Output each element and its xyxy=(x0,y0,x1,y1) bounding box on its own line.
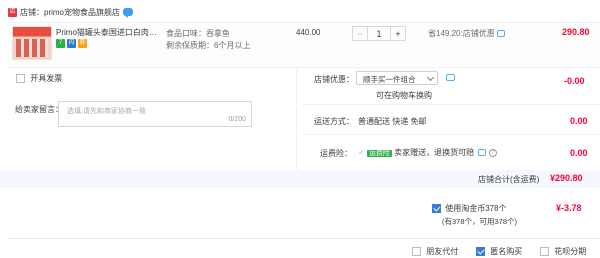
quantity-stepper: − 1 + xyxy=(352,26,406,41)
coins-option[interactable]: 使用淘金币378个 xyxy=(432,203,507,214)
shop-discount-value: -0.00 xyxy=(564,76,585,86)
insurance-label: 运费险： xyxy=(320,149,352,158)
shop-discount-chat-icon[interactable] xyxy=(446,74,455,81)
shop-discount-label: 店铺优惠： xyxy=(314,75,354,84)
shop-icon: 店 xyxy=(8,7,17,17)
shipping-value: 0.00 xyxy=(570,116,588,126)
huabei-label: 花呗分期 xyxy=(554,247,587,256)
chat-icon[interactable] xyxy=(123,8,134,18)
spec-flavor: 食品口味：吞拿鱼 xyxy=(166,29,230,38)
shop-discount-selected: 顺手买一件组合 xyxy=(363,75,416,84)
saving-text: 省149.20:店铺优惠 xyxy=(428,29,495,38)
coins-value: ¥-3.78 xyxy=(556,203,582,213)
coins-checkbox[interactable] xyxy=(432,204,441,214)
message-placeholder: 选填,请先和商家协商一致 xyxy=(67,108,146,115)
divider xyxy=(302,134,600,135)
help-icon[interactable]: ? xyxy=(488,148,497,157)
discount-note: 省149.20:店铺优惠 xyxy=(428,28,505,39)
product-image-detail xyxy=(16,39,48,57)
divider xyxy=(302,104,600,105)
insurance-tag: 运费险 xyxy=(366,150,392,157)
message-input[interactable]: 选填,请先和商家协商一致 0/200 xyxy=(58,101,252,127)
friend-pay-option[interactable]: 朋友代付 xyxy=(412,246,458,257)
insurance-text: 卖家赠送，退换货可赔 xyxy=(394,148,475,157)
shop-header: 店 店铺：primo宠物食品旗舰店 xyxy=(8,4,134,20)
shop-discount-select[interactable]: 顺手买一件组合 xyxy=(356,71,438,85)
message-label: 给卖家留言： xyxy=(15,105,63,114)
seven-day-return-icon: 7 xyxy=(56,39,65,48)
shop-discount-hint: 可在购物车换购 xyxy=(376,91,432,100)
coins-label: 使用淘金币378个 xyxy=(445,204,507,213)
quantity-increase-button[interactable]: + xyxy=(390,26,406,41)
product-title[interactable]: Primo猫罐头泰国进口白肉营养... xyxy=(56,27,162,38)
invoice-option[interactable]: 开具发票 xyxy=(16,73,62,84)
discount-info-icon[interactable] xyxy=(496,30,505,38)
message-char-count: 0/200 xyxy=(228,116,246,123)
quantity-decrease-button[interactable]: − xyxy=(352,26,368,41)
column-divider xyxy=(296,68,297,170)
quantity-input[interactable]: 1 xyxy=(368,26,390,41)
anonymous-option[interactable]: 匿名购买 xyxy=(476,246,522,257)
shop-total-label: 店铺合计(含运费) xyxy=(478,175,540,184)
shop-total-value: ¥290.80 xyxy=(550,173,583,183)
insurance-value: 0.00 xyxy=(570,148,588,158)
invoice-label: 开具发票 xyxy=(30,74,63,83)
coupon-icon: 券 xyxy=(78,39,87,48)
divider xyxy=(8,238,600,239)
anonymous-label: 匿名购买 xyxy=(490,247,523,256)
chevron-down-icon xyxy=(426,73,435,82)
express-icon: 闪 xyxy=(67,39,76,48)
insurance-chat-icon[interactable] xyxy=(478,149,487,157)
huabei-option[interactable]: 花呗分期 xyxy=(540,246,586,257)
anonymous-checkbox[interactable] xyxy=(476,247,485,257)
insurance-option[interactable]: ✓ 运费险 卖家赠送，退换货可赔 ? xyxy=(358,147,497,158)
invoice-checkbox[interactable] xyxy=(16,74,25,84)
coins-availability: (有378个，可用378个) xyxy=(442,217,518,226)
check-mark-icon: ✓ xyxy=(358,148,365,157)
order-item-row: Primo猫罐头泰国进口白肉营养... 7 闪 券 食品口味：吞拿鱼 剩余保质期… xyxy=(8,22,600,68)
shipping-label: 运送方式： xyxy=(314,117,354,126)
unit-price: 440.00 xyxy=(296,28,321,37)
shipping-method: 普通配送 快递 免邮 xyxy=(358,117,427,126)
huabei-checkbox[interactable] xyxy=(540,247,549,257)
spec-shelf-life: 剩余保质期：6个月以上 xyxy=(166,41,251,50)
friend-pay-checkbox[interactable] xyxy=(412,247,421,257)
item-subtotal: 290.80 xyxy=(562,27,590,37)
friend-pay-label: 朋友代付 xyxy=(426,247,459,256)
product-badges: 7 闪 券 xyxy=(56,39,87,48)
shop-name[interactable]: 店铺：primo宠物食品旗舰店 xyxy=(20,7,120,18)
